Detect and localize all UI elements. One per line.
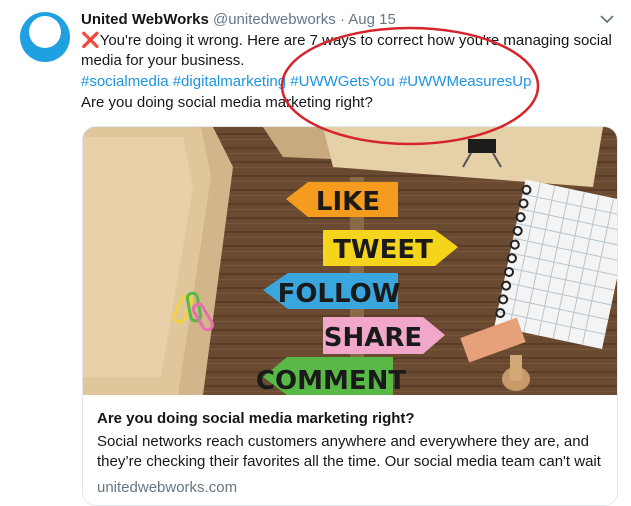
card-image[interactable]: LIKE TWEET FOLLOW SHARE COMMENT xyxy=(83,127,617,395)
sign-share-text: SHARE xyxy=(324,323,422,353)
tweet-content: United WebWorks @unitedwebworks · Aug 15… xyxy=(81,10,621,113)
hashtag-socialmedia[interactable]: #socialmedia xyxy=(81,73,169,90)
card-title[interactable]: Are you doing social media marketing rig… xyxy=(97,409,607,429)
hashtag-line: #socialmedia #digitalmarketing #UWWGetsY… xyxy=(81,72,621,92)
author-handle[interactable]: @unitedwebworks xyxy=(213,11,336,28)
tweet-date[interactable]: Aug 15 xyxy=(348,11,396,28)
card-description: Social networks reach customers anywhere… xyxy=(97,433,601,470)
cross-mark-icon: ❌ xyxy=(81,32,100,49)
link-card[interactable]: LIKE TWEET FOLLOW SHARE COMMENT Are you … xyxy=(82,126,618,506)
meta-separator: · xyxy=(339,11,345,28)
tweet-line-1: You're doing it wrong. Here are 7 ways t… xyxy=(81,32,612,69)
sign-follow-text: FOLLOW xyxy=(278,279,401,309)
sign-follow: FOLLOW xyxy=(263,273,400,309)
sign-tweet-text: TWEET xyxy=(333,235,433,265)
hashtag-uwwmeasuresup[interactable]: #UWWMeasuresUp xyxy=(399,73,532,90)
hashtag-uwwgetsyou[interactable]: #UWWGetsYou xyxy=(290,73,394,90)
sign-tweet: TWEET xyxy=(323,230,458,266)
card-domain: unitedwebworks.com xyxy=(97,479,238,496)
sign-like-text: LIKE xyxy=(316,187,380,217)
sign-comment-text: COMMENT xyxy=(256,366,406,395)
tweet-line-3: Are you doing social media marketing rig… xyxy=(81,94,373,111)
logo-mark xyxy=(29,16,61,48)
card-meta: Are you doing social media marketing rig… xyxy=(97,409,607,498)
tweet-header: United WebWorks @unitedwebworks · Aug 15 xyxy=(81,10,621,30)
tweet-text: ❌You're doing it wrong. Here are 7 ways … xyxy=(81,31,621,71)
hashtag-digitalmarketing[interactable]: #digitalmarketing xyxy=(173,73,286,90)
author-name[interactable]: United WebWorks xyxy=(81,11,209,28)
sign-share: SHARE xyxy=(323,317,445,354)
sign-like: LIKE xyxy=(286,182,398,217)
avatar[interactable] xyxy=(20,12,70,62)
